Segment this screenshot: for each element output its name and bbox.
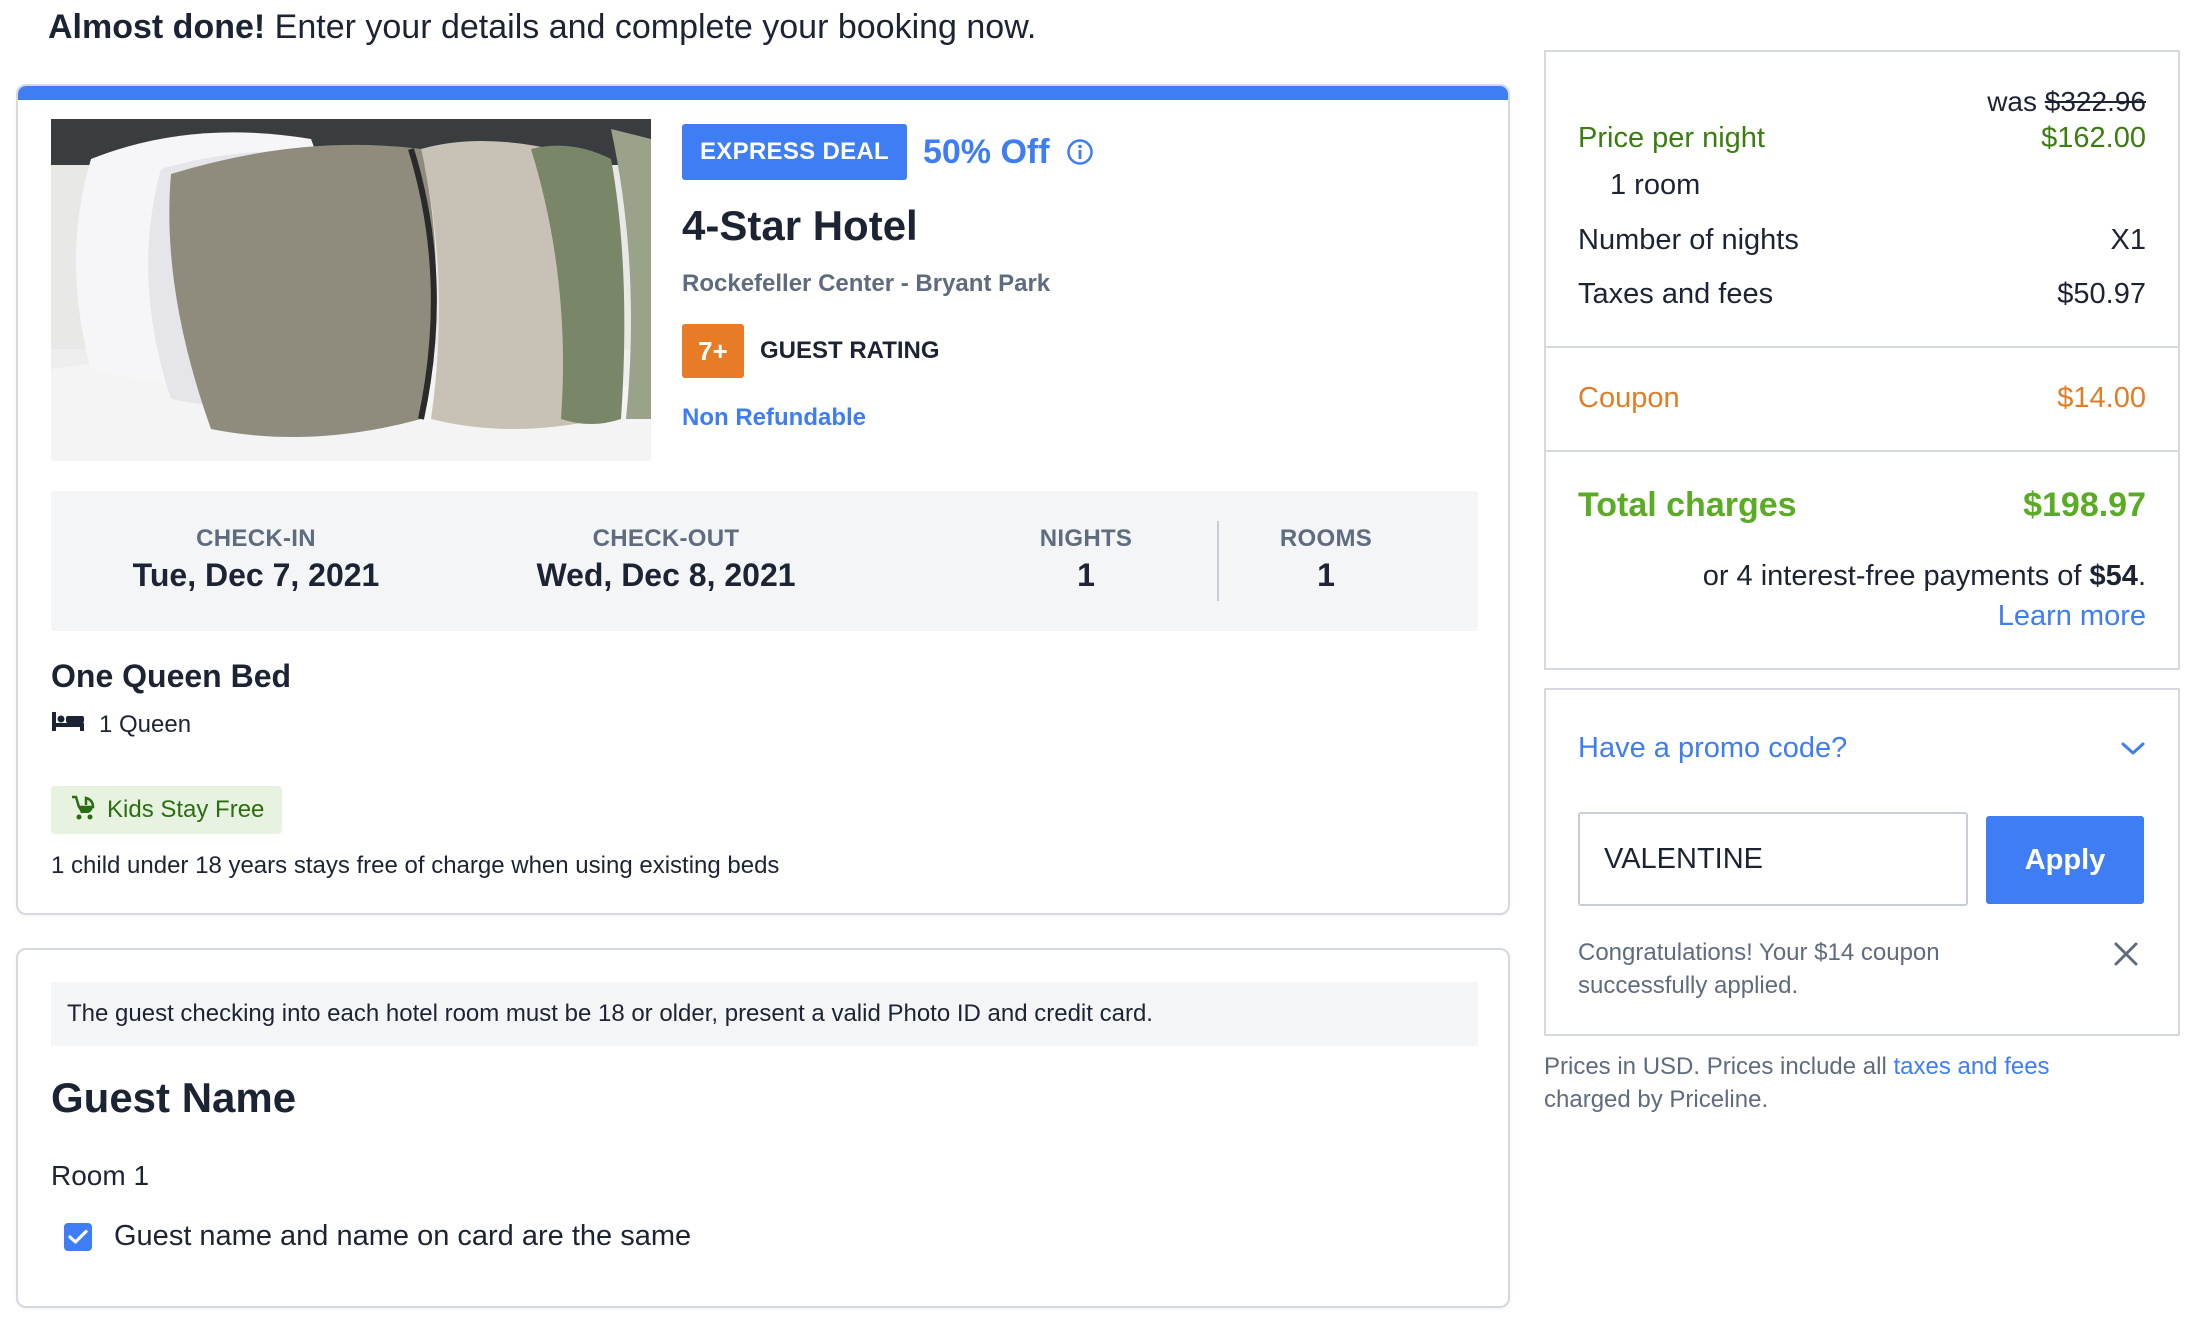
bed-icon: [51, 710, 85, 739]
bed-count: 1 Queen: [99, 710, 192, 738]
same-name-label: Guest name and name on card are the same: [114, 1220, 692, 1252]
hotel-image: [51, 119, 651, 461]
learn-more-link[interactable]: Learn more: [1998, 600, 2146, 633]
number-of-nights-value: X1: [2110, 224, 2146, 256]
same-name-option[interactable]: Guest name and name on card are the same: [64, 1220, 691, 1253]
nights-row: Number of nights X1: [1578, 224, 2146, 257]
rating-label: GUEST RATING: [760, 337, 940, 364]
taxes-label: Taxes and fees: [1578, 278, 1774, 310]
taxes-value: $50.97: [2057, 278, 2146, 310]
chevron-down-icon: [2120, 732, 2146, 765]
express-deal-badge: EXPRESS DEAL: [682, 124, 907, 180]
hotel-name: 4-Star Hotel: [682, 202, 918, 249]
checkin-column: CHECK-IN Tue, Dec 7, 2021: [111, 525, 401, 594]
stroller-icon: [69, 794, 97, 827]
total-label: Total charges: [1578, 486, 1797, 524]
apply-button[interactable]: Apply: [1986, 816, 2144, 904]
rooms-column: ROOMS 1: [1251, 525, 1401, 594]
nights-label: NIGHTS: [1039, 525, 1133, 552]
price-per-night-value: $162.00: [2041, 122, 2146, 154]
kids-policy-note: 1 child under 18 years stays free of cha…: [51, 852, 780, 879]
checkout-label: CHECK-OUT: [592, 525, 740, 552]
headline-text: Enter your details and complete your boo…: [265, 8, 1037, 46]
room-label: Room 1: [51, 1160, 150, 1191]
footnote-suffix: charged by Priceline.: [1544, 1086, 1769, 1113]
price-per-night-row: Price per night $162.00: [1578, 122, 2146, 155]
headline-bold: Almost done!: [48, 8, 266, 46]
rooms-note-row: 1 room: [1610, 169, 2146, 202]
kids-stay-free-badge: Kids Stay Free: [51, 786, 283, 834]
hotel-location: Rockefeller Center - Bryant Park: [682, 270, 1051, 297]
checkin-value: Tue, Dec 7, 2021: [132, 557, 380, 593]
checkout-value: Wed, Dec 8, 2021: [536, 557, 796, 593]
promo-toggle[interactable]: Have a promo code?: [1578, 732, 2146, 765]
taxes-and-fees-link[interactable]: taxes and fees: [1893, 1053, 2049, 1080]
stay-divider: [1217, 521, 1219, 601]
guest-card: The guest checking into each hotel room …: [16, 948, 1510, 1308]
stay-details: CHECK-IN Tue, Dec 7, 2021 CHECK-OUT Wed,…: [51, 491, 1478, 631]
checkmark-icon: [68, 1229, 88, 1244]
total-value: $198.97: [2023, 486, 2146, 524]
coupon-label: Coupon: [1578, 382, 1680, 414]
total-row: Total charges $198.97: [1578, 486, 2146, 525]
promo-heading: Have a promo code?: [1578, 732, 1848, 764]
promo-code-panel: Have a promo code? Apply Congratulations…: [1544, 688, 2180, 1036]
was-price: $322.96: [2044, 86, 2146, 117]
close-icon[interactable]: [2110, 938, 2142, 970]
coupon-value: $14.00: [2057, 382, 2146, 414]
info-icon[interactable]: [1066, 138, 1094, 166]
price-footnote: Prices in USD. Prices include all taxes …: [1544, 1050, 2104, 1116]
number-of-nights-label: Number of nights: [1578, 224, 1799, 256]
installment-amount: $54: [2089, 560, 2138, 592]
taxes-row: Taxes and fees $50.97: [1578, 278, 2146, 311]
coupon-row: Coupon $14.00: [1578, 382, 2146, 415]
rooms-label: ROOMS: [1279, 525, 1373, 552]
installment-info: or 4 interest-free payments of $54.: [1703, 560, 2146, 593]
rooms-value: 1: [1317, 557, 1335, 593]
card-accent-bar: [18, 86, 1508, 100]
hotel-card: EXPRESS DEAL 50% Off 4-Star Hotel Rockef…: [16, 84, 1510, 915]
promo-code-input[interactable]: [1578, 812, 1968, 906]
guest-name-title: Guest Name: [51, 1074, 297, 1121]
nights-column: NIGHTS 1: [1011, 525, 1161, 594]
installment-end: .: [2137, 560, 2146, 592]
bed-info: 1 Queen: [51, 710, 191, 739]
room-type: One Queen Bed: [51, 658, 292, 694]
summary-divider: [1546, 450, 2178, 452]
kids-badge-label: Kids Stay Free: [107, 796, 265, 823]
rating-row: 7+ GUEST RATING: [682, 324, 940, 378]
was-label: was: [1987, 86, 2037, 117]
checkin-label: CHECK-IN: [196, 525, 316, 552]
same-name-checkbox[interactable]: [64, 1222, 92, 1251]
summary-divider: [1546, 346, 2178, 348]
price-per-night-label: Price per night: [1578, 122, 1765, 154]
nights-value: 1: [1077, 557, 1095, 593]
hotel-photo: [51, 119, 651, 461]
refund-policy: Non Refundable: [682, 404, 866, 431]
price-summary: was $322.96 Price per night $162.00 1 ro…: [1544, 50, 2180, 670]
rating-badge: 7+: [682, 324, 744, 378]
rooms-note: 1 room: [1610, 169, 1701, 201]
deal-badges: EXPRESS DEAL 50% Off: [682, 124, 1094, 180]
promo-success-message: Congratulations! Your $14 coupon success…: [1578, 939, 1940, 999]
footnote-prefix: Prices in USD. Prices include all: [1544, 1053, 1894, 1080]
original-price: was $322.96: [1987, 86, 2146, 118]
installment-text: or 4 interest-free payments of: [1702, 560, 2090, 592]
checkout-column: CHECK-OUT Wed, Dec 8, 2021: [511, 525, 821, 594]
page-headline: Almost done! Enter your details and comp…: [48, 8, 1036, 47]
discount-label: 50% Off: [922, 132, 1050, 171]
guest-age-notice: The guest checking into each hotel room …: [51, 982, 1478, 1046]
